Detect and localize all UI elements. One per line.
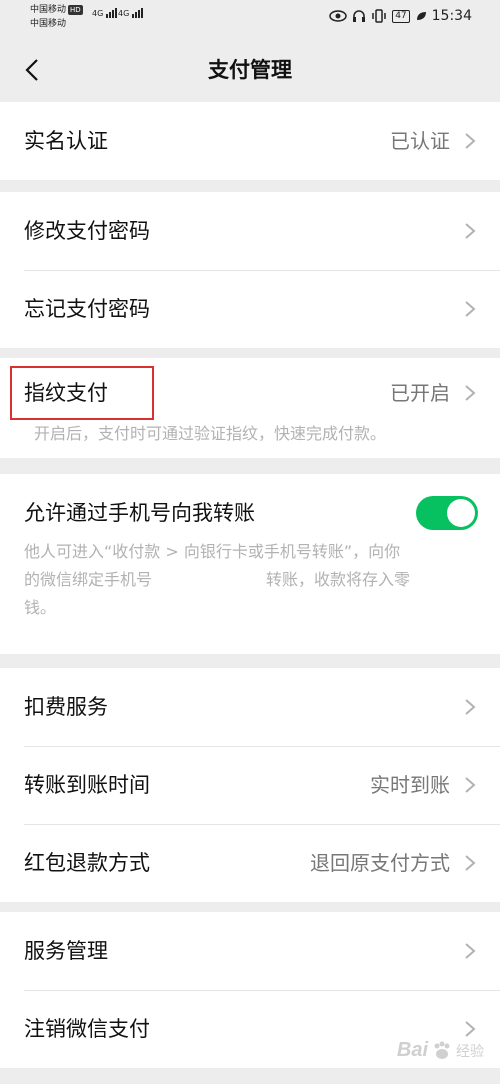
cancel-wechat-pay-label: 注销微信支付 — [24, 1017, 150, 1041]
phone-transfer-description: 他人可进入“收付款 > 向银行卡或手机号转账”，向你 的微信绑定手机号 转账，收款… — [24, 538, 476, 622]
chevron-right-icon — [465, 943, 476, 959]
carrier-name-2: 中国移动 — [30, 19, 67, 29]
phone-transfer-group: 允许通过手机号向我转账 他人可进入“收付款 > 向银行卡或手机号转账”，向你 的… — [0, 474, 500, 654]
watermark-text: Bai — [396, 1039, 428, 1061]
paw-icon — [434, 1041, 450, 1059]
deduction-service-label: 扣费服务 — [24, 695, 108, 719]
chevron-right-icon — [465, 385, 476, 401]
status-right: 47 15:34 — [329, 8, 472, 24]
hd-badge: HD — [68, 5, 83, 15]
eye-icon — [329, 10, 347, 22]
chevron-right-icon — [465, 1021, 476, 1037]
red-packet-refund-value: 退回原支付方式 — [310, 851, 450, 875]
transfer-arrival-label: 转账到账时间 — [24, 773, 150, 797]
status-bar: 中国移动 HD 中国移动 4G 4G 47 15:34 — [0, 0, 500, 40]
chevron-left-icon — [25, 59, 38, 81]
chevron-right-icon — [465, 223, 476, 239]
identity-row[interactable]: 实名认证 已认证 — [0, 102, 500, 180]
signal-icon-1: 4G — [92, 8, 118, 18]
signal-icon-2: 4G — [118, 8, 144, 18]
phone-transfer-desc-line-1: 他人可进入“收付款 > 向银行卡或手机号转账”，向你 — [24, 542, 401, 561]
chevron-right-icon — [465, 301, 476, 317]
desc-line-2-start: 的微信绑定手机号 — [24, 570, 153, 589]
phone-transfer-desc-line-3: 钱。 — [24, 598, 57, 617]
chevron-right-icon — [465, 855, 476, 871]
fingerprint-group: 指纹支付 已开启 开启后，支付时可通过验证指纹，快速完成付款。 — [0, 358, 500, 458]
services-group: 扣费服务 转账到账时间 实时到账 红包退款方式 退回原支付方式 — [0, 668, 500, 902]
network-type-2: 4G — [118, 9, 130, 18]
transfer-arrival-value: 实时到账 — [370, 773, 450, 797]
phone-transfer-desc-line-2: 的微信绑定手机号 转账，收款将存入零 — [24, 566, 476, 594]
identity-status: 已认证 — [390, 129, 450, 153]
page-title: 支付管理 — [208, 58, 292, 82]
highlight-annotation-box — [10, 366, 154, 420]
headphone-icon — [353, 10, 366, 22]
toggle-knob — [447, 499, 475, 527]
chevron-right-icon — [465, 699, 476, 715]
deduction-service-row[interactable]: 扣费服务 — [0, 668, 500, 746]
transfer-arrival-row[interactable]: 转账到账时间 实时到账 — [0, 746, 500, 824]
forgot-password-label: 忘记支付密码 — [24, 297, 150, 321]
phone-transfer-toggle[interactable] — [416, 496, 478, 530]
network-type-1: 4G — [92, 9, 104, 18]
change-password-row[interactable]: 修改支付密码 — [0, 192, 500, 270]
baidu-watermark: Bai 经验 — [397, 1039, 484, 1062]
service-management-row[interactable]: 服务管理 — [0, 912, 500, 990]
battery-icon: 47 — [392, 9, 410, 23]
leaf-icon — [416, 12, 426, 20]
chevron-right-icon — [465, 133, 476, 149]
clock-time: 15:34 — [431, 8, 472, 24]
fingerprint-row[interactable]: 指纹支付 已开启 — [0, 358, 500, 428]
fingerprint-description: 开启后，支付时可通过验证指纹，快速完成付款。 — [34, 424, 387, 443]
change-password-label: 修改支付密码 — [24, 219, 150, 243]
red-packet-refund-label: 红包退款方式 — [24, 851, 150, 875]
red-packet-refund-row[interactable]: 红包退款方式 退回原支付方式 — [0, 824, 500, 902]
chevron-right-icon — [465, 777, 476, 793]
fingerprint-status: 已开启 — [390, 381, 450, 405]
vibrate-icon — [372, 9, 386, 23]
service-management-label: 服务管理 — [24, 939, 108, 963]
forgot-password-row[interactable]: 忘记支付密码 — [0, 270, 500, 348]
carrier-info: 中国移动 HD 中国移动 — [30, 3, 83, 31]
nav-bar: 支付管理 — [0, 40, 500, 100]
desc-line-2-end: 转账，收款将存入零 — [266, 570, 411, 589]
identity-label: 实名认证 — [24, 129, 108, 153]
identity-group: 实名认证 已认证 — [0, 102, 500, 180]
carrier-name-1: 中国移动 — [30, 5, 67, 15]
password-group: 修改支付密码 忘记支付密码 — [0, 192, 500, 348]
back-button[interactable] — [14, 52, 50, 88]
watermark-sub: 经验 — [456, 1043, 484, 1060]
